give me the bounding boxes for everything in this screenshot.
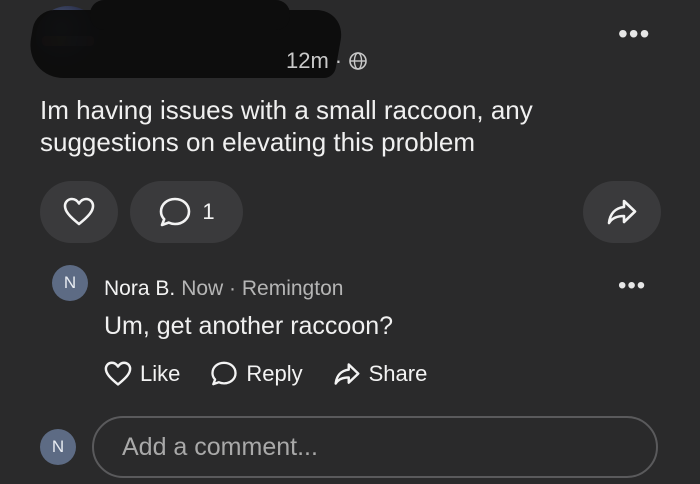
comment-header: Nora B. Now · Remington <box>104 277 343 301</box>
share-arrow-icon <box>333 361 361 387</box>
comment-like-label: Like <box>140 360 181 386</box>
comment-more-options-button[interactable]: ••• <box>618 274 646 298</box>
share-arrow-icon <box>606 197 638 227</box>
comment-count: 1 <box>202 199 215 224</box>
post-comment-button[interactable]: 1 <box>130 181 243 243</box>
current-user-avatar[interactable]: N <box>40 429 76 465</box>
redacted-author-name-top <box>90 0 290 30</box>
comment-like-button[interactable]: Like <box>104 360 180 387</box>
heart-icon <box>63 197 95 227</box>
heart-icon <box>104 361 132 387</box>
add-comment-field[interactable] <box>92 416 658 478</box>
meta-separator: · <box>334 48 343 73</box>
post-body-text: Im having issues with a small raccoon, a… <box>40 95 533 157</box>
post-meta: 12m · <box>286 48 368 74</box>
post-time: 12m <box>286 48 329 73</box>
post-share-button[interactable] <box>583 181 661 243</box>
comment-reply-button[interactable]: Reply <box>210 360 303 387</box>
post-more-options-button[interactable]: ••• <box>618 20 650 48</box>
commenter-avatar[interactable]: N <box>52 265 88 301</box>
comment-meta: Now · Remington <box>181 277 344 300</box>
comment-share-label: Share <box>368 360 428 386</box>
globe-icon <box>348 51 368 71</box>
comment-share-button[interactable]: Share <box>333 360 428 387</box>
comment-author[interactable]: Nora B. <box>104 277 175 301</box>
comment-reply-label: Reply <box>246 360 303 386</box>
comment-actions: Like Reply Share <box>104 360 427 387</box>
post-like-button[interactable] <box>40 181 118 243</box>
comment-bubble-icon <box>158 196 192 228</box>
comment-bubble-icon <box>210 360 238 387</box>
add-comment-input[interactable] <box>120 431 656 463</box>
comment-text: Um, get another raccoon? <box>104 312 394 340</box>
